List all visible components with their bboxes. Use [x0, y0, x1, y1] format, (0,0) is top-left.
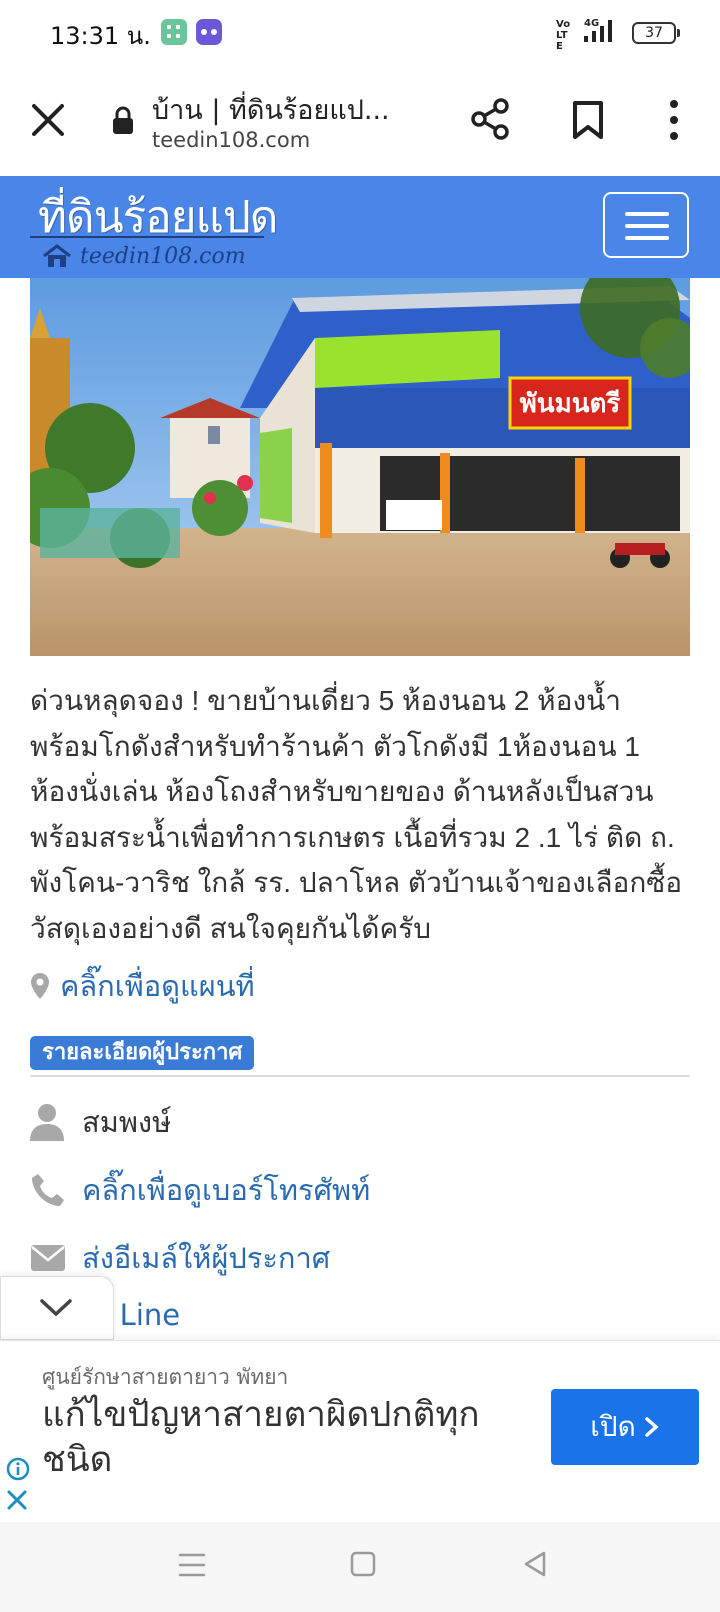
more-options-icon[interactable] [664, 98, 684, 142]
ad-close-icon[interactable] [6, 1489, 28, 1511]
page-title[interactable]: บ้าน | ที่ดินร้อยแป... [152, 88, 390, 131]
map-link[interactable]: คลิ๊กเพื่อดูแผนที่ [30, 966, 255, 1006]
calculator-notification-icon [161, 19, 187, 45]
page-url[interactable]: teedin108.com [152, 128, 310, 152]
user-icon [30, 1104, 64, 1141]
signal-icon: 4G [584, 18, 612, 42]
shop-sign-text: พันมนตรี [520, 389, 621, 419]
site-logo-subtext: teedin108.com [80, 244, 246, 269]
bookmark-icon[interactable] [572, 100, 604, 140]
browser-toolbar: บ้าน | ที่ดินร้อยแป... teedin108.com [0, 66, 720, 176]
game-notification-icon [196, 19, 222, 45]
ad-info-icon[interactable] [6, 1457, 30, 1481]
phone-icon [32, 1174, 64, 1206]
section-divider [30, 1075, 690, 1077]
hamburger-menu-button[interactable] [603, 192, 689, 258]
email-link[interactable]: ส่งอีเมล์ให้ผู้ประกาศ [82, 1235, 330, 1281]
envelope-icon [31, 1245, 65, 1271]
collapse-ad-tab[interactable] [0, 1276, 114, 1340]
advertiser-name-row: สมพงษ์ [30, 1100, 171, 1144]
battery-indicator: 37 [632, 22, 680, 44]
advertiser-section-label: รายละเอียดผู้ประกาศ [30, 1036, 255, 1070]
ad-open-button[interactable]: เปิด [551, 1389, 699, 1465]
site-header: ที่ดินร้อยแปด teedin108.com [0, 176, 720, 278]
chevron-down-icon [40, 1299, 72, 1317]
logo-underline [30, 236, 264, 238]
system-navigation-bar [0, 1522, 720, 1612]
map-pin-icon [31, 973, 49, 999]
ad-headline[interactable]: แก้ไขปัญหาสายตาผิดปกติทุกชนิด [42, 1393, 522, 1483]
volte-indicator: Vo LTE [556, 19, 571, 52]
site-logo[interactable]: ที่ดินร้อยแปด [38, 182, 278, 252]
chevron-right-icon [645, 1417, 659, 1437]
email-row[interactable]: ส่งอีเมล์ให้ผู้ประกาศ [30, 1236, 330, 1280]
recent-apps-icon[interactable] [178, 1552, 206, 1578]
status-time: 13:31 น. [50, 22, 151, 50]
house-icon [43, 244, 71, 267]
ad-banner[interactable]: ศูนย์รักษาสายตายาว พัทยา แก้ไขปัญหาสายตา… [0, 1340, 720, 1518]
advertiser-name: สมพงษ์ [82, 1105, 172, 1139]
status-bar: 13:31 น. Vo LTE 4G 37 [0, 0, 720, 66]
map-link-label[interactable]: คลิ๊กเพื่อดูแผนที่ [60, 963, 255, 1009]
ad-sponsor[interactable]: ศูนย์รักษาสายตายาว พัทยา [42, 1361, 288, 1394]
phone-link[interactable]: คลิ๊กเพื่อดูเบอร์โทรศัพท์ [82, 1167, 370, 1213]
home-icon[interactable] [350, 1550, 376, 1578]
ad-open-label: เปิด [590, 1410, 636, 1443]
network-type-label: 4G [584, 18, 599, 29]
listing-description: ด่วนหลุดจอง ! ขายบ้านเดี่ยว 5 ห้องนอน 2 … [30, 685, 683, 944]
back-icon[interactable] [522, 1550, 548, 1578]
close-icon[interactable] [30, 102, 66, 138]
share-icon[interactable] [470, 98, 510, 140]
lock-icon [113, 106, 133, 134]
listing-photo[interactable]: พันมนตรี [30, 278, 690, 656]
phone-row[interactable]: คลิ๊กเพื่อดูเบอร์โทรศัพท์ [30, 1168, 370, 1212]
